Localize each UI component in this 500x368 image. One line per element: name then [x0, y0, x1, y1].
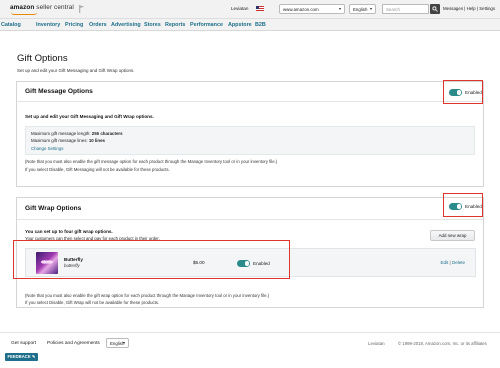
- chevron-down-icon: ▾: [369, 6, 372, 11]
- top-bar: amazon seller central Leviatan www.amazo…: [0, 0, 500, 19]
- language-select[interactable]: English ▾: [349, 4, 376, 14]
- copyright: © 1999-2018, Amazon.com, Inc. or its aff…: [398, 341, 487, 346]
- max-lines-value: 10 lines: [88, 138, 105, 143]
- get-support-link[interactable]: Get support: [11, 341, 36, 346]
- search-input[interactable]: Search: [382, 4, 429, 14]
- gift-message-intro: Set up and edit your Gift Messaging and …: [25, 114, 154, 119]
- nav-item-reports[interactable]: Reports: [165, 22, 185, 28]
- chevron-down-icon: ▾: [122, 340, 125, 345]
- gift-wrap-header: Gift Wrap Options: [17, 198, 483, 220]
- feedback-label: FEEDBACK: [7, 354, 31, 359]
- max-length-line: Maximum gift message length: 255 charact…: [31, 131, 123, 136]
- gift-message-header: Gift Message Options: [17, 82, 483, 102]
- wrap-item-highlight: [13, 240, 290, 279]
- gift-wrap-toggle-highlight: Enabled: [443, 193, 483, 217]
- gift-message-title: Gift Message Options: [25, 88, 93, 95]
- policies-link[interactable]: Policies and Agreements: [47, 341, 100, 346]
- search-placeholder: Search: [386, 7, 400, 12]
- chevron-down-icon: ▾: [338, 6, 341, 11]
- marketplace-value: www.amazon.com: [283, 7, 319, 12]
- gift-message-note-1: (Note that you must also enable the gift…: [25, 159, 278, 164]
- nav-item-orders[interactable]: Orders: [89, 22, 107, 28]
- max-length-value: 255 characters: [91, 131, 123, 136]
- wrap-item-actions: Edit | Delete: [441, 260, 465, 265]
- nav-item-stores[interactable]: Stores: [144, 22, 161, 28]
- actions-separator: |: [449, 260, 451, 265]
- header-links[interactable]: Messages | Help | Settings: [443, 6, 495, 11]
- max-lines-line: Maximum gift message lines: 10 lines: [31, 138, 105, 143]
- edit-link[interactable]: Edit: [441, 260, 449, 265]
- gift-message-card: Gift Message Options Set up and edit you…: [16, 81, 484, 187]
- us-flag-icon: [256, 6, 264, 11]
- delete-link[interactable]: Delete: [452, 260, 465, 265]
- gift-message-toggle-highlight: Enabled: [443, 80, 483, 104]
- nav-item-inventory[interactable]: Inventory: [36, 22, 60, 28]
- main-nav: Catalog Inventory Pricing Orders Adverti…: [0, 19, 500, 31]
- gift-wrap-intro-bold: You can set up to four gift wrap options…: [25, 229, 113, 234]
- gift-wrap-title: Gift Wrap Options: [25, 205, 82, 212]
- search-icon: [432, 6, 438, 12]
- nav-item-b2b[interactable]: B2B: [255, 22, 266, 28]
- flag-icon[interactable]: [79, 5, 85, 13]
- language-value: English: [353, 7, 368, 12]
- logo-bold-text: amazon: [10, 4, 35, 11]
- nav-item-pricing[interactable]: Pricing: [65, 22, 83, 28]
- gift-message-note-2: If you select Disable, Gift Messaging wi…: [25, 167, 170, 172]
- logo-light-text: seller central: [36, 4, 74, 11]
- gift-message-toggle[interactable]: [449, 89, 462, 96]
- gift-message-toggle-label: Enabled: [465, 89, 482, 95]
- marketplace-select[interactable]: www.amazon.com ▾: [279, 4, 345, 14]
- footer-language-select[interactable]: English ▾: [106, 338, 129, 348]
- search-button[interactable]: [430, 4, 440, 14]
- logo-smile-icon: [11, 12, 37, 15]
- max-lines-label: Maximum gift message lines:: [31, 138, 88, 143]
- nav-item-catalog[interactable]: Catalog: [1, 22, 21, 28]
- footer-user: Leviatan: [368, 341, 385, 346]
- gift-wrap-toggle[interactable]: [449, 203, 462, 210]
- account-name[interactable]: Leviatan: [231, 6, 248, 11]
- nav-item-appstore[interactable]: Appstore: [228, 22, 252, 28]
- gift-wrap-note-1: (Note that you must also enable the gift…: [25, 293, 270, 298]
- max-length-label: Maximum gift message length:: [31, 131, 91, 136]
- page-title: Gift Options: [17, 53, 68, 64]
- page-subtitle: Set up and edit your Gift Messaging and …: [17, 68, 135, 73]
- add-new-wrap-button[interactable]: Add new wrap: [430, 230, 475, 241]
- change-settings-link[interactable]: Change Settings: [31, 146, 63, 151]
- footer: Get support Policies and Agreements Engl…: [0, 332, 500, 352]
- nav-item-advertising[interactable]: Advertising: [111, 22, 141, 28]
- feedback-button[interactable]: FEEDBACK ✎: [5, 353, 38, 361]
- amazon-seller-central-logo[interactable]: amazon seller central: [10, 4, 74, 11]
- gift-wrap-toggle-label: Enabled: [465, 203, 482, 209]
- gift-wrap-note-2: If you select Disable, Gift Wrap will no…: [25, 300, 160, 305]
- gift-message-settings-box: Maximum gift message length: 255 charact…: [25, 126, 475, 155]
- nav-item-performance[interactable]: Performance: [190, 22, 223, 28]
- feedback-icon: ✎: [31, 354, 36, 359]
